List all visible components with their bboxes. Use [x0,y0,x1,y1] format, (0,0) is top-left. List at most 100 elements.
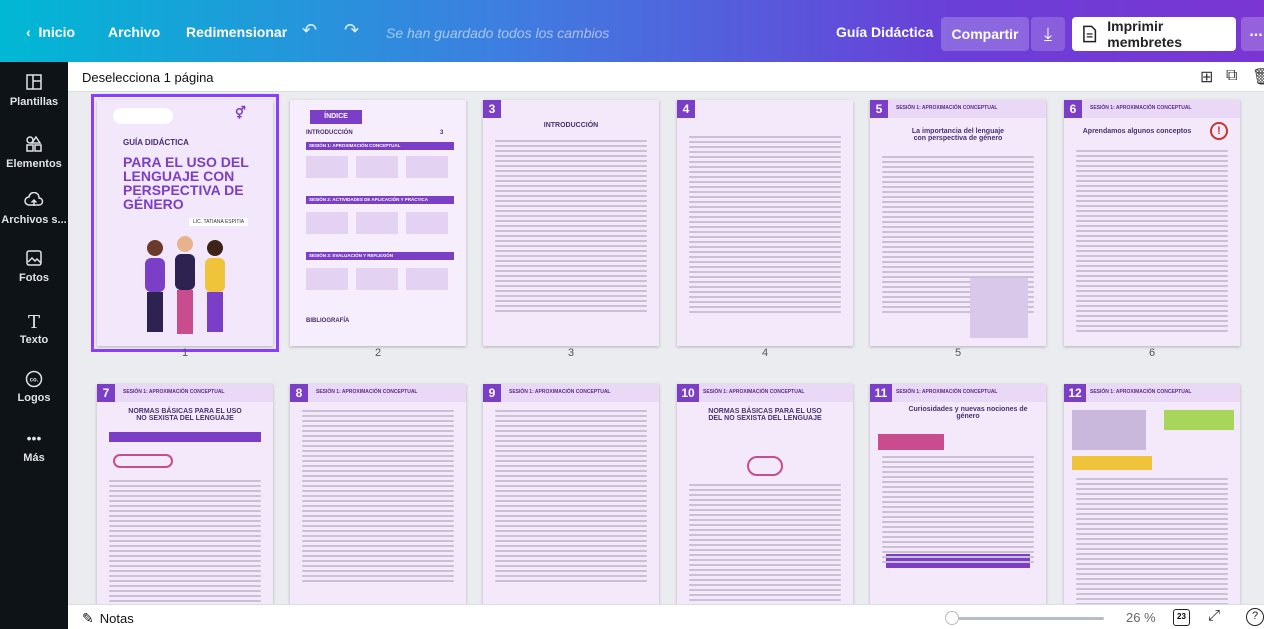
selection-bar: Deselecciona 1 página ⊞ ⧉ 🗑 [68,62,1264,92]
page-title: Aprendamos algunos conceptos [1082,128,1192,135]
section-label: SESIÓN 1: APROXIMACIÓN CONCEPTUAL [703,389,805,395]
page-number-label: 2 [374,347,382,359]
page-thumbnail-9[interactable]: 9 SESIÓN 1: APROXIMACIÓN CONCEPTUAL [483,384,659,604]
index-box [406,268,448,290]
resize-menu[interactable]: Redimensionar [186,24,287,40]
download-icon: ⤓ [1044,24,1052,44]
top-toolbar: ‹ Inicio Archivo Redimensionar ↶ ↷ Se ha… [0,0,1264,62]
page-title: Curiosidades y nuevas nociones de género [908,406,1028,420]
add-page-icon[interactable]: ⊞ [1200,67,1213,87]
green-box [1164,410,1234,430]
index-intro-page: 3 [440,130,444,136]
zoom-slider[interactable] [954,617,1104,620]
page-number-label: 1 [181,347,189,359]
page-badge: 10 [677,384,699,402]
page-thumbnail-6[interactable]: 6 SESIÓN 1: APROXIMACIÓN CONCEPTUAL Apre… [1064,100,1240,346]
notes-label: Notas [99,611,134,626]
project-name[interactable]: Guía Didáctica [836,24,933,40]
section-label: SESIÓN 1: APROXIMACIÓN CONCEPTUAL [123,389,225,395]
saved-status: Se han guardado todos los cambios [386,25,610,41]
sidebar-item-photos[interactable]: Fotos [0,250,68,284]
page-badge: 3 [483,100,501,118]
page-title: NORMAS BÁSICAS PARA EL USO DEL NO SEXIST… [708,408,822,422]
sidebar-label: Más [23,452,45,464]
delete-page-icon[interactable]: 🗑 [1252,67,1264,87]
templates-icon [0,74,68,94]
university-logo [113,108,173,124]
cover-subtitle: GUÍA DIDÁCTICA [123,138,189,147]
grid-view-icon[interactable]: 23 [1173,609,1190,626]
body-text [882,456,1034,566]
page-number-label: 4 [761,347,769,359]
more-options-button[interactable]: ... [1241,17,1264,51]
help-icon[interactable]: ? [1246,608,1264,626]
page-thumbnail-2[interactable]: ÍNDICE INTRODUCCIÓN 3 SESIÓN 1: APROXIMA… [290,100,466,346]
notes-button[interactable]: ✎ Notas [82,610,134,627]
sidebar-item-templates[interactable]: Plantillas [0,74,68,108]
page-thumbnail-8[interactable]: 8 SESIÓN 1: APROXIMACIÓN CONCEPTUAL [290,384,466,604]
home-button[interactable]: ‹ Inicio [26,24,75,40]
section-label: SESIÓN 1: APROXIMACIÓN CONCEPTUAL [1090,389,1192,395]
page-title: La importancia del lenguaje con perspect… [911,128,1005,142]
index-box [356,156,398,178]
page-badge: 11 [870,384,892,402]
photos-icon [0,250,68,270]
print-label: Imprimir membretes [1107,18,1182,50]
sidebar-label: Elementos [6,158,62,170]
section-label: SESIÓN 1: APROXIMACIÓN CONCEPTUAL [1090,105,1192,111]
file-menu[interactable]: Archivo [108,24,160,40]
sidebar-label: Archivos s... [1,214,67,226]
body-text [1076,478,1228,604]
page-number-label: 6 [1148,347,1156,359]
page-thumbnail-5[interactable]: 5 SESIÓN 1: APROXIMACIÓN CONCEPTUAL La i… [870,100,1046,346]
download-button[interactable]: ⤓ [1031,17,1065,51]
index-intro: INTRODUCCIÓN [306,130,353,136]
page-badge: 4 [677,100,695,118]
page-badge: 9 [483,384,501,402]
share-button[interactable]: Compartir [941,17,1029,51]
text-icon: T [27,312,40,333]
document-icon [1083,25,1097,43]
section-label: SESIÓN 1: APROXIMACIÓN CONCEPTUAL [896,389,998,395]
gender-symbol-icon: ⚥ [235,106,246,120]
page-badge: 8 [290,384,308,402]
print-button[interactable]: Imprimir membretes [1072,17,1236,51]
redo-icon[interactable]: ↷ [344,20,359,41]
body-text [1076,150,1228,335]
index-session-3: SESIÓN 3: EVALUACIÓN Y REFLEXIÓN [306,252,454,260]
bottom-bar: ✎ Notas 26 % 23 ⤢ ? [68,604,1264,629]
page-badge: 12 [1064,384,1086,402]
index-box [356,268,398,290]
page-thumbnail-11[interactable]: 11 SESIÓN 1: APROXIMACIÓN CONCEPTUAL Cur… [870,384,1046,604]
page-thumbnail-1[interactable]: ⚥ GUÍA DIDÁCTICA PARA EL USO DEL LENGUAJ… [91,94,279,352]
index-header: ÍNDICE [310,110,362,124]
undo-icon[interactable]: ↶ [302,20,317,41]
heart-graphic [747,456,783,476]
section-label: SESIÓN 1: APROXIMACIÓN CONCEPTUAL [896,105,998,111]
zoom-level[interactable]: 26 % [1126,610,1156,625]
sidebar-item-text[interactable]: T Texto [0,312,68,346]
sidebar-item-elements[interactable]: Elementos [0,135,68,170]
pink-box [878,434,944,450]
sidebar-item-uploads[interactable]: Archivos s... [0,191,68,226]
more-dots-icon: ••• [26,430,42,446]
sidebar-item-more[interactable]: ••• Más [0,430,68,464]
fullscreen-icon[interactable]: ⤢ [1208,607,1220,624]
page-title: NORMAS BÁSICAS PARA EL USO NO SEXISTA DE… [128,408,242,422]
page-thumbnail-10[interactable]: 10 SESIÓN 1: APROXIMACIÓN CONCEPTUAL NOR… [677,384,853,604]
duplicate-page-icon[interactable]: ⧉ [1226,67,1237,85]
page-thumbnail-12[interactable]: 12 SESIÓN 1: APROXIMACIÓN CONCEPTUAL [1064,384,1240,604]
cover-author: LIC. TATIANA ESPITIA [189,218,249,226]
rule-bar [109,432,261,442]
page-thumbnail-3[interactable]: 3 INTRODUCCIÓN [483,100,659,346]
logos-icon: co. [0,370,68,390]
page-thumbnail-7[interactable]: 7 SESIÓN 1: APROXIMACIÓN CONCEPTUAL NORM… [97,384,273,604]
sidebar-label: Texto [19,334,49,346]
sidebar-item-logos[interactable]: co. Logos [0,370,68,404]
deselect-page-link[interactable]: Deselecciona 1 página [82,70,214,85]
page-thumbnail-4[interactable]: 4 [677,100,853,346]
page-badge: 7 [97,384,115,402]
zoom-slider-handle[interactable] [945,611,959,625]
index-bibliography: BIBLIOGRAFÍA [306,318,350,324]
index-session-2: SESIÓN 2: ACTIVIDADES DE APLICACIÓN Y PR… [306,196,454,204]
